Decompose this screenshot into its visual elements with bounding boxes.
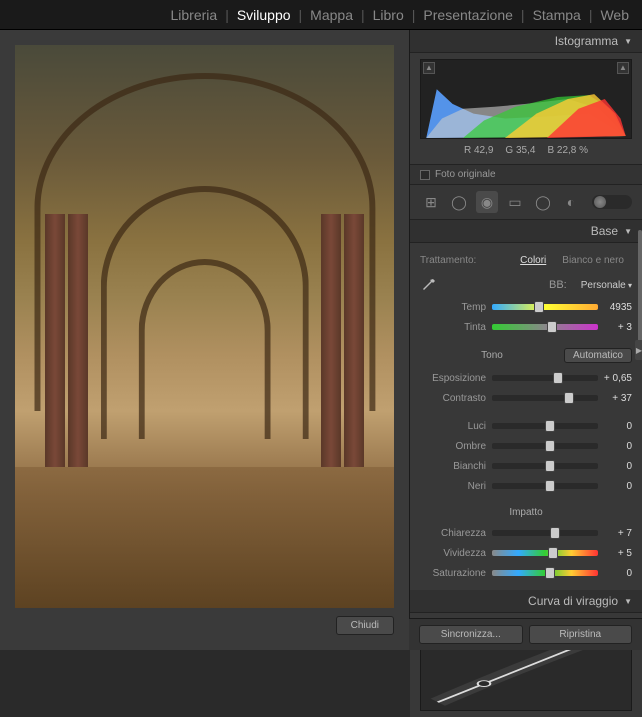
treatment-row: Trattamento: Colori Bianco e nero: [420, 249, 632, 272]
gradient-tool-icon[interactable]: ▭: [504, 191, 526, 213]
temp-slider[interactable]: [492, 304, 598, 310]
redeye-tool-icon[interactable]: ◉: [476, 191, 498, 213]
auto-tone-button[interactable]: Automatico: [564, 348, 632, 363]
vibrance-slider[interactable]: [492, 550, 598, 556]
saturation-slider[interactable]: [492, 570, 598, 576]
nav-presentazione[interactable]: Presentazione: [418, 7, 518, 23]
preview-pane: Chiudi: [0, 30, 409, 650]
radial-tool-icon[interactable]: ◯: [532, 191, 554, 213]
nav-libro[interactable]: Libro: [368, 7, 409, 23]
tone-curve-header[interactable]: Curva di viraggio▼: [410, 590, 642, 613]
treatment-bw[interactable]: Bianco e nero: [554, 253, 632, 268]
base-header[interactable]: Base▼: [410, 220, 642, 243]
nav-sviluppo[interactable]: Sviluppo: [232, 7, 296, 23]
panel-expand-icon[interactable]: ▶: [635, 340, 642, 360]
panel-footer: Sincronizza... Ripristina: [409, 618, 642, 650]
exposure-slider[interactable]: [492, 375, 598, 381]
tool-slider[interactable]: [592, 195, 632, 209]
nav-libreria[interactable]: Libreria: [165, 7, 222, 23]
crop-tool-icon[interactable]: ⊞: [420, 191, 442, 213]
highlights-slider[interactable]: [492, 423, 598, 429]
develop-panel: Istogramma▼ ▲ ▲ R 42,9 G 35,4 B 22,8 %: [409, 30, 642, 650]
scrollbar[interactable]: [638, 230, 642, 350]
brush-tool-icon[interactable]: ◐: [560, 191, 582, 213]
module-nav: Libreria| Sviluppo| Mappa| Libro| Presen…: [0, 0, 642, 30]
sync-button[interactable]: Sincronizza...: [419, 625, 523, 644]
treatment-color[interactable]: Colori: [512, 253, 554, 268]
histogram[interactable]: ▲ ▲: [420, 59, 632, 139]
eyedropper-icon[interactable]: [420, 276, 438, 294]
nav-web[interactable]: Web: [595, 7, 634, 23]
tint-slider[interactable]: [492, 324, 598, 330]
photo-preview[interactable]: [15, 45, 394, 608]
original-photo-toggle[interactable]: Foto originale: [410, 164, 642, 185]
close-button[interactable]: Chiudi: [336, 616, 394, 635]
histogram-header[interactable]: Istogramma▼: [410, 30, 642, 53]
histogram-readout: R 42,9 G 35,4 B 22,8 %: [420, 143, 632, 158]
clarity-slider[interactable]: [492, 530, 598, 536]
reset-button[interactable]: Ripristina: [529, 625, 633, 644]
nav-stampa[interactable]: Stampa: [528, 7, 586, 23]
contrast-slider[interactable]: [492, 395, 598, 401]
wb-dropdown[interactable]: Personale: [581, 280, 632, 291]
whites-slider[interactable]: [492, 463, 598, 469]
spot-tool-icon[interactable]: ◯: [448, 191, 470, 213]
tool-strip: ⊞ ◯ ◉ ▭ ◯ ◐: [410, 185, 642, 220]
checkbox-icon: [420, 170, 430, 180]
nav-mappa[interactable]: Mappa: [305, 7, 358, 23]
shadows-slider[interactable]: [492, 443, 598, 449]
blacks-slider[interactable]: [492, 483, 598, 489]
